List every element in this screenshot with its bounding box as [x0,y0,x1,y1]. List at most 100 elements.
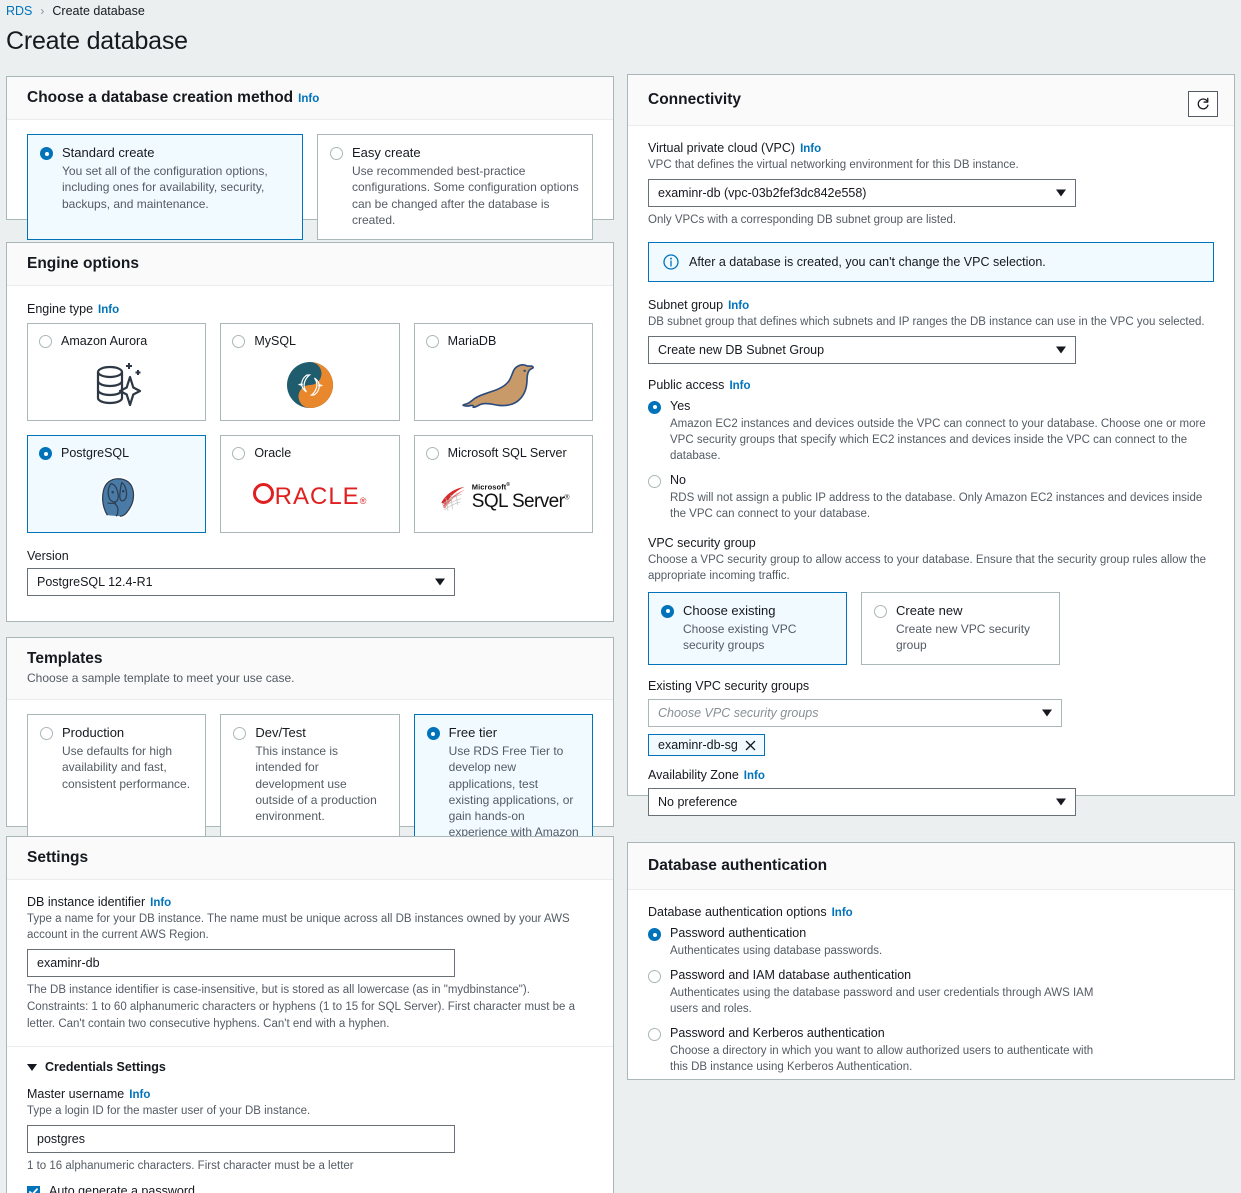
radio-template-free-tier[interactable] [426,727,440,740]
radio-microsoft-sql-server[interactable] [425,447,439,460]
public-access-no-desc: RDS will not assign a public IP address … [670,492,1203,521]
radio-standard-create[interactable] [40,147,53,160]
settings-body: DB instance identifier Info Type a name f… [7,880,613,1193]
radio-public-access-yes[interactable] [648,400,661,414]
credentials-settings-expander[interactable]: Credentials Settings [27,1060,593,1074]
refresh-icon [1197,97,1209,110]
chevron-down-icon [435,578,445,586]
public-access-option-yes[interactable]: Yes [648,399,1214,414]
info-link-public-access[interactable]: Info [729,380,750,392]
auth-option-password[interactable]: Password authentication [648,926,1214,941]
auth-option-password-kerberos[interactable]: Password and Kerberos authentication [648,1026,1214,1042]
info-link-auth-options[interactable]: Info [832,907,853,919]
sg-option-create-new[interactable]: Create new Create new VPC security group [861,591,1060,666]
option-standard-create[interactable]: Standard create You set all of the confi… [27,134,303,240]
radio-mariadb[interactable] [425,335,439,348]
db-identifier-desc: Type a name for your DB instance. The na… [27,913,570,942]
radio-public-access-no[interactable] [648,475,661,489]
engine-card-mysql[interactable]: MySQL [220,323,400,421]
public-access-label-row: Public access Info [648,378,1214,392]
public-access-no-label: No [670,473,686,488]
version-select-value: PostgreSQL 12.4-R1 [37,575,153,589]
radio-auth-password-iam[interactable] [648,970,661,984]
breadcrumb-link-rds[interactable]: RDS [6,4,32,18]
vpc-security-group-label: VPC security group [648,536,756,551]
templates-panel: Templates Choose a sample template to me… [6,637,614,887]
database-authentication-body: Database authentication options Info Pass… [628,890,1234,1093]
master-username-label: Master username [27,1087,125,1102]
auth-password-label: Password authentication [670,926,807,940]
auth-option-password-iam[interactable]: Password and IAM database authentication [648,968,1214,984]
master-username-input[interactable]: postgres [27,1125,455,1154]
info-link-availability-zone[interactable]: Info [744,770,765,782]
sg-option-choose-existing[interactable]: Choose existing Choose existing VPC secu… [648,591,847,666]
radio-sg-create-new[interactable] [874,604,887,618]
template-dev-test-label: Dev/Test [255,725,306,740]
mariadb-icon [415,356,592,414]
chevron-down-icon [1056,798,1066,806]
engine-card-microsoft-sql-server[interactable]: Microsoft SQL Server Microsoft® SQL Serv… [413,435,593,533]
vpc-desc: VPC that defines the virtual networking … [648,159,1019,171]
auth-options-label: Database authentication options [648,905,827,919]
availability-zone-value: No preference [658,795,738,810]
refresh-button[interactable] [1188,91,1218,117]
existing-sg-select[interactable]: Choose VPC security groups [648,699,1062,728]
engine-card-amazon-aurora[interactable]: Amazon Aurora [27,323,207,421]
subnet-group-select[interactable]: Create new DB Subnet Group [648,335,1076,364]
version-select[interactable]: PostgreSQL 12.4-R1 [27,568,455,596]
vpc-label-row: Virtual private cloud (VPC) Info [648,141,1214,155]
option-easy-create[interactable]: Easy create Use recommended best-practic… [317,134,593,240]
radio-amazon-aurora[interactable] [39,335,52,348]
connectivity-header: Connectivity [628,75,1234,126]
radio-postgresql[interactable] [39,447,52,460]
template-free-tier-label: Free tier [448,725,498,740]
db-identifier-input[interactable]: examinr-db [27,949,455,978]
radio-auth-password-kerberos[interactable] [648,1028,661,1042]
engine-card-mariadb[interactable]: MariaDB [413,323,593,421]
existing-sg-tokens: examinr-db-sg [648,734,1214,757]
engine-type-label: Engine type [27,302,94,316]
radio-template-dev-test[interactable] [233,727,247,740]
info-link-engine-type[interactable]: Info [98,304,119,316]
radio-oracle[interactable] [232,447,246,460]
engine-card-oracle[interactable]: Oracle RACLE ® [220,435,400,533]
availability-zone-select[interactable]: No preference [648,788,1076,817]
info-link-master-username[interactable]: Info [129,1089,150,1101]
info-link-subnet-group[interactable]: Info [728,300,749,312]
radio-template-production[interactable] [40,727,53,740]
auto-generate-password-checkbox-row[interactable]: Auto generate a password [27,1184,593,1193]
info-link-vpc[interactable]: Info [800,143,821,155]
auth-password-kerberos-desc: Choose a directory in which you want to … [670,1045,1094,1074]
subnet-group-select-value: Create new DB Subnet Group [658,342,825,357]
radio-mysql[interactable] [232,335,246,348]
close-icon[interactable] [745,740,756,751]
page-header: RDS › Create database Create database [0,0,620,70]
auth-password-iam-desc: Authenticates using the database passwor… [670,987,1094,1016]
engine-options-header: Engine options [7,243,613,286]
master-username-hint: 1 to 16 alphanumeric characters. First c… [27,1160,354,1173]
auth-password-iam-label: Password and IAM database authentication [670,968,912,983]
settings-divider [7,1046,613,1048]
postgresql-icon [28,468,205,526]
info-link-db-identifier[interactable]: Info [150,897,171,909]
vpc-alert: After a database is created, you can't c… [648,241,1214,282]
connectivity-panel: Connectivity Virtual private cloud (VPC)… [627,74,1235,862]
creation-method-header: Choose a database creation method Info [7,77,613,120]
connectivity-body: Virtual private cloud (VPC) Info VPC that… [628,126,1234,834]
auth-options-label-row: Database authentication options Info [648,905,1214,919]
public-access-option-no[interactable]: No [648,473,1214,489]
engine-card-postgresql[interactable]: PostgreSQL [27,435,207,533]
auto-generate-password-label: Auto generate a password [49,1183,195,1193]
radio-sg-choose-existing[interactable] [661,604,674,618]
creation-method-title: Choose a database creation method [27,89,294,106]
radio-easy-create[interactable] [330,147,343,160]
info-link-creation-method[interactable]: Info [298,93,319,105]
radio-auth-password[interactable] [648,928,661,941]
checkbox-auto-generate-password[interactable] [27,1185,40,1193]
vpc-select[interactable]: examinr-db (vpc-03b2fef3dc842e558) [648,179,1076,208]
breadcrumb: RDS › Create database [6,4,145,18]
engine-options-title: Engine options [27,255,139,272]
sg-token-examinr-db-sg[interactable]: examinr-db-sg [648,734,765,757]
master-username-desc: Type a login ID for the master user of y… [27,1105,311,1118]
engine-type-grid: Amazon Aurora MySQL MariaDB PostgreSQL O… [27,323,593,533]
